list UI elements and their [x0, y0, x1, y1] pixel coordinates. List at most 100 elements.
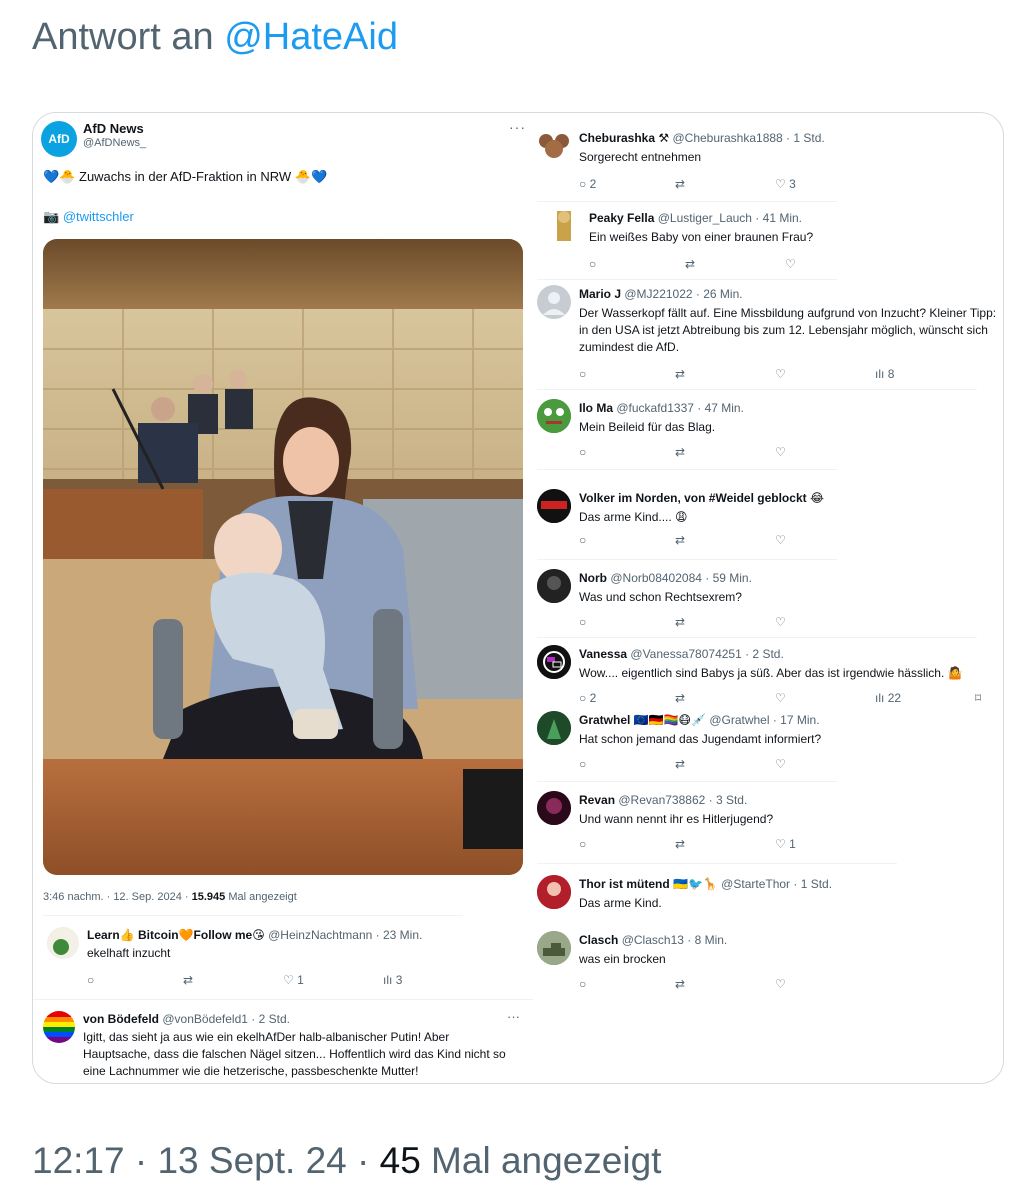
like-icon[interactable]: ♡ — [775, 691, 786, 705]
reply-icon[interactable]: ○ — [579, 445, 586, 459]
views-button[interactable]: ılı 3 — [383, 973, 402, 987]
retweet-icon[interactable]: ⇄ — [675, 445, 685, 459]
retweet-icon[interactable]: ⇄ — [675, 533, 685, 547]
like-icon[interactable]: ♡ — [775, 367, 786, 381]
reply-author-display-name[interactable]: Clasch — [579, 933, 618, 947]
retweet-icon[interactable]: ⇄ — [685, 257, 695, 271]
reply-author-handle[interactable]: @Lustiger_Lauch · 41 Min. — [658, 211, 802, 225]
reply-author-display-name[interactable]: Norb — [579, 571, 607, 585]
reply-author-display-name[interactable]: Gratwhel 🇪🇺🇩🇪🏳️‍🌈😷💉 — [579, 713, 706, 727]
photo-credit-link[interactable]: @twittschler — [63, 209, 134, 224]
reply-avatar[interactable] — [537, 931, 571, 965]
reply-item[interactable]: Clasch @Clasch13 · 8 Min. was ein brocke… — [533, 931, 1003, 997]
reply-author-name[interactable]: Norb @Norb08402084 · 59 Min. — [579, 571, 752, 585]
reply-icon[interactable]: ○ — [87, 973, 94, 987]
reply-author-handle[interactable]: @Revan738862 · 3 Std. — [618, 793, 747, 807]
reply-author-handle[interactable]: @vonBödefeld1 · 2 Std. — [162, 1012, 290, 1026]
reply-author-name[interactable]: Mario J @MJ221022 · 26 Min. — [579, 287, 743, 301]
afd-news-avatar[interactable]: AfD — [41, 121, 77, 157]
reply-author-display-name[interactable]: von Bödefeld — [83, 1012, 159, 1026]
reply-icon[interactable]: ○ — [579, 533, 586, 547]
reply-avatar[interactable] — [537, 399, 571, 433]
quoted-screenshot-card[interactable]: AfD AfD News @AfDNews_ ··· 💙🐣 Zuwachs in… — [32, 112, 1004, 1084]
reply-item[interactable]: Mario J @MJ221022 · 26 Min. Der Wasserko… — [533, 285, 1003, 385]
like-icon[interactable]: ♡ — [775, 977, 786, 991]
reply-author-display-name[interactable]: Ilo Ma — [579, 401, 613, 415]
retweet-icon[interactable]: ⇄ — [675, 837, 685, 851]
retweet-icon[interactable]: ⇄ — [675, 615, 685, 629]
reply-item[interactable]: Cheburashka ⚒ @Cheburashka1888 · 1 Std. … — [533, 129, 1003, 201]
reply-button[interactable]: ○ 2 — [579, 691, 596, 705]
like-icon[interactable]: ♡ — [775, 533, 786, 547]
reply-author-display-name[interactable]: Thor ist mütend 🇺🇦🐦🦒 — [579, 877, 718, 891]
reply-item[interactable]: Peaky Fella @Lustiger_Lauch · 41 Min. Ei… — [533, 209, 1003, 275]
reply-author-display-name[interactable]: Cheburashka ⚒ — [579, 131, 669, 145]
reply-avatar[interactable] — [537, 129, 571, 163]
tweet-photo[interactable] — [43, 239, 523, 875]
like-button[interactable]: ♡ 1 — [775, 837, 796, 851]
more-options-icon[interactable]: ··· — [507, 1009, 520, 1024]
reply-avatar[interactable] — [47, 927, 79, 959]
reply-author-display-name[interactable]: Revan — [579, 793, 615, 807]
retweet-icon[interactable]: ⇄ — [675, 367, 685, 381]
reply-author-display-name[interactable]: Mario J — [579, 287, 621, 301]
reply-avatar[interactable] — [537, 875, 571, 909]
reply-icon[interactable]: ○ — [579, 615, 586, 629]
reply-item[interactable]: Gratwhel 🇪🇺🇩🇪🏳️‍🌈😷💉 @Gratwhel · 17 Min. … — [533, 711, 1003, 777]
reply-author-name[interactable]: Volker im Norden, von #Weidel geblockt 😂 — [579, 491, 824, 505]
reply-author-handle[interactable]: @Cheburashka1888 · 1 Std. — [672, 131, 824, 145]
reply-avatar[interactable] — [537, 285, 571, 319]
reply-author-handle[interactable]: @StarteThor · 1 Std. — [721, 877, 832, 891]
reply-author-handle[interactable]: @HeinzNachtmann · 23 Min. — [268, 928, 422, 942]
retweet-icon[interactable]: ⇄ — [675, 977, 685, 991]
reply-item[interactable]: Volker im Norden, von #Weidel geblockt 😂… — [533, 489, 1003, 555]
like-icon[interactable]: ♡ — [785, 257, 796, 271]
tweet-timestamp[interactable]: 12:17 · 13 Sept. 24 · — [32, 1140, 380, 1181]
reply-icon[interactable]: ○ — [579, 977, 586, 991]
like-icon[interactable]: ♡ — [775, 757, 786, 771]
reply-author-name[interactable]: Thor ist mütend 🇺🇦🐦🦒 @StarteThor · 1 Std… — [579, 877, 832, 891]
reply-avatar[interactable] — [537, 569, 571, 603]
retweet-icon[interactable]: ⇄ — [675, 177, 685, 191]
reply-author-name[interactable]: Learn👍 Bitcoin🧡Follow me😘 @HeinzNachtman… — [87, 928, 422, 942]
reply-author-name[interactable]: Gratwhel 🇪🇺🇩🇪🏳️‍🌈😷💉 @Gratwhel · 17 Min. — [579, 713, 820, 727]
reply-author-name[interactable]: von Bödefeld @vonBödefeld1 · 2 Std. — [83, 1012, 290, 1026]
reply-avatar[interactable] — [537, 711, 571, 745]
reply-item[interactable]: Ilo Ma @fuckafd1337 · 47 Min. Mein Beile… — [533, 399, 1003, 463]
like-button[interactable]: ♡ 3 — [775, 177, 796, 191]
bookmark-icon[interactable]: ⌑ — [975, 691, 981, 705]
reply-author-name[interactable]: Peaky Fella @Lustiger_Lauch · 41 Min. — [589, 211, 802, 225]
more-options-icon[interactable]: ··· — [509, 119, 526, 135]
reply-author-display-name[interactable]: Learn👍 Bitcoin🧡Follow me😘 — [87, 928, 265, 942]
reply-author-handle[interactable]: @Gratwhel · 17 Min. — [709, 713, 819, 727]
reply-author-name[interactable]: Ilo Ma @fuckafd1337 · 47 Min. — [579, 401, 744, 415]
reply-author-handle[interactable]: @fuckafd1337 · 47 Min. — [616, 401, 744, 415]
reply-to-mention-link[interactable]: @HateAid — [224, 16, 398, 58]
reply-author-name[interactable]: Vanessa @Vanessa78074251 · 2 Std. — [579, 647, 784, 661]
reply-item[interactable]: Norb @Norb08402084 · 59 Min. Was und sch… — [533, 569, 1003, 635]
reply-author-display-name[interactable]: Vanessa — [579, 647, 627, 661]
reply-author-display-name[interactable]: Peaky Fella — [589, 211, 654, 225]
reply-button[interactable]: ○ 2 — [579, 177, 596, 191]
reply-item[interactable]: Revan @Revan738862 · 3 Std. Und wann nen… — [533, 791, 1003, 857]
main-tweet-author-name[interactable]: AfD News — [83, 121, 144, 136]
reply-icon[interactable]: ○ — [579, 837, 586, 851]
reply-author-name[interactable]: Revan @Revan738862 · 3 Std. — [579, 793, 747, 807]
reply-author-name[interactable]: Cheburashka ⚒ @Cheburashka1888 · 1 Std. — [579, 131, 825, 145]
views-button[interactable]: ılı 8 — [875, 367, 894, 381]
reply-author-name[interactable]: Clasch @Clasch13 · 8 Min. — [579, 933, 727, 947]
reply-avatar[interactable] — [43, 1011, 75, 1043]
like-button[interactable]: ♡ 1 — [283, 973, 304, 987]
reply-avatar[interactable] — [547, 209, 581, 243]
reply-avatar[interactable] — [537, 645, 571, 679]
reply-icon[interactable]: ○ — [579, 757, 586, 771]
reply-item[interactable]: Vanessa @Vanessa78074251 · 2 Std. Wow...… — [533, 645, 1003, 711]
reply-author-handle[interactable]: @Vanessa78074251 · 2 Std. — [630, 647, 783, 661]
retweet-icon[interactable]: ⇄ — [675, 691, 685, 705]
reply-item[interactable]: Thor ist mütend 🇺🇦🐦🦒 @StarteThor · 1 Std… — [533, 875, 1003, 925]
reply-author-handle[interactable]: @Norb08402084 · 59 Min. — [610, 571, 752, 585]
retweet-icon[interactable]: ⇄ — [183, 973, 193, 987]
main-tweet-timestamp[interactable]: 3:46 nachm. · 12. Sep. 2024 · — [43, 891, 192, 903]
views-button[interactable]: ılı 22 — [875, 691, 901, 705]
retweet-icon[interactable]: ⇄ — [675, 757, 685, 771]
